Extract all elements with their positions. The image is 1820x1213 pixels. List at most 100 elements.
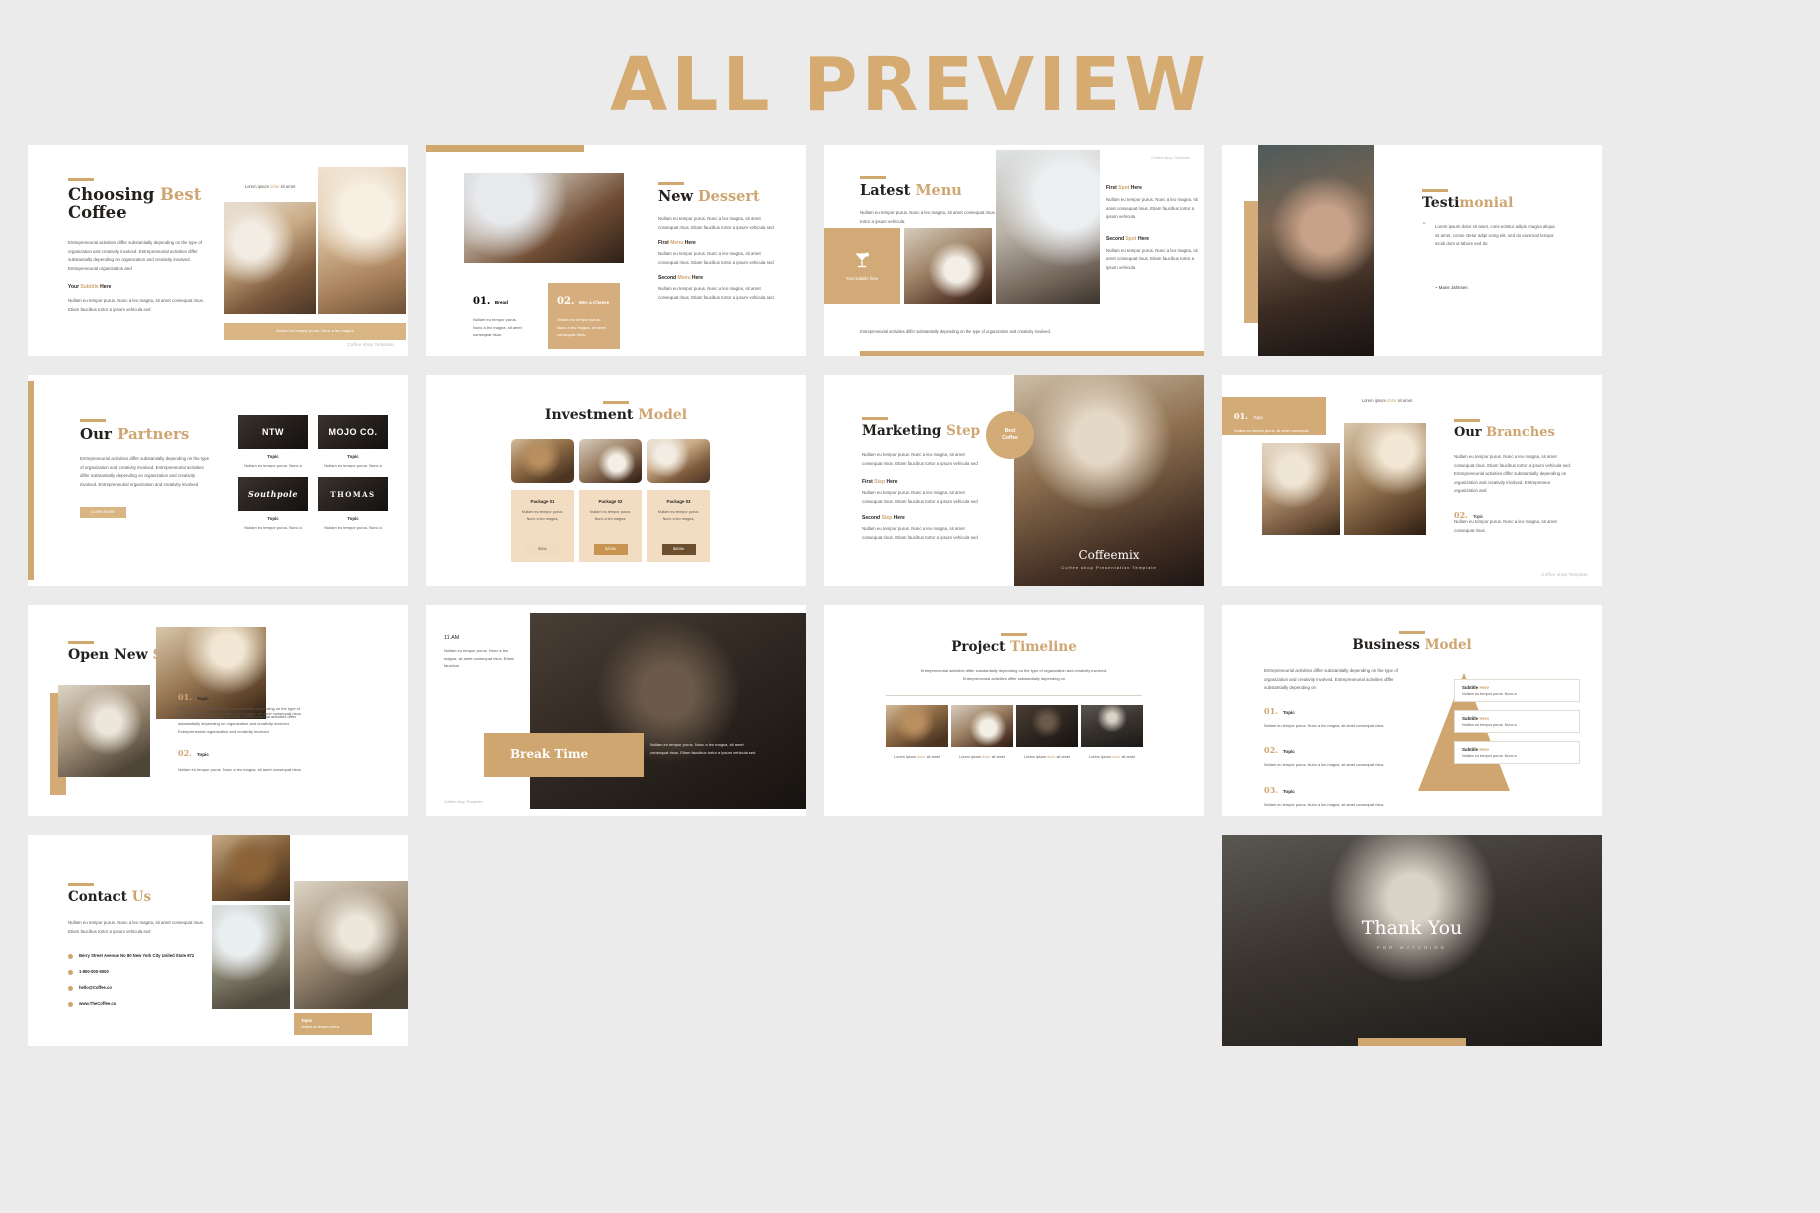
slide-title: Choosing Best Coffee xyxy=(68,185,228,223)
contact-row[interactable]: www.TheCoffee.co xyxy=(68,1001,218,1008)
photo-dessert-cake xyxy=(464,173,624,263)
slide-thank-you[interactable]: Thank You FOR WATCHING xyxy=(1222,835,1602,1046)
contact-row[interactable]: 1-800-000-5000 xyxy=(68,969,218,976)
menu-label-2: Second Menu Here xyxy=(658,275,703,281)
caption-part-1: Lorem ipsum xyxy=(959,755,983,759)
spot-2-accent: Spot xyxy=(1125,235,1137,242)
slide-paragraph: Entrepreneurial activities differ substa… xyxy=(80,456,210,487)
contact-row[interactable]: hello@Coffee.co xyxy=(68,985,218,992)
title-part-1: New xyxy=(658,188,699,205)
contact-phone: 1-800-000-5000 xyxy=(79,968,109,974)
business-box[interactable]: Subtitle Here Nullam eu tempor purus. Nu… xyxy=(1454,741,1580,764)
slide-our-partners[interactable]: Our Partners Entrepreneurial activities … xyxy=(28,375,408,586)
label-1-part-3: Here xyxy=(683,240,696,246)
branch-badge[interactable]: 01. Topic Nullam eu tempor purus, sit ame… xyxy=(1222,397,1326,440)
slides-row-1: Choosing Best Coffee Entrepreneurial act… xyxy=(28,145,1793,356)
partner-item[interactable]: THOMAS Topic Nullam eu tempor purus. Nun… xyxy=(318,477,388,531)
slide-footer-paragraph: Entrepreneurial activities differ substa… xyxy=(860,329,1051,334)
package-price[interactable]: $200k xyxy=(593,544,628,555)
menu-card-2[interactable]: 02. Mec a Cheese Nullam eu tempor purus.… xyxy=(548,283,620,349)
photo-shop-counter xyxy=(58,685,150,777)
package-card[interactable]: Package 01 Nullam eu tempor purus. Nunc … xyxy=(511,490,574,562)
slide-choosing-best-coffee[interactable]: Choosing Best Coffee Entrepreneurial act… xyxy=(28,145,408,356)
label-2-accent: Menu xyxy=(677,275,691,281)
partner-item[interactable]: NTW Topic Nullam eu tempor purus. Nunc a xyxy=(238,415,308,469)
menu-card-1[interactable]: 01. Bread Nullam eu tempor purus. Nunc a… xyxy=(464,283,536,349)
slide-business-model[interactable]: Business Model Entrepreneurial activitie… xyxy=(1222,605,1602,816)
timeline-step[interactable]: Lorem ipsum dolor sit amet xyxy=(886,705,948,761)
timeline-step[interactable]: Lorem ipsum dolor sit amet xyxy=(1016,705,1078,761)
time-unit: AM xyxy=(451,635,460,641)
slide-title: Business Model xyxy=(1222,637,1602,653)
cocktail-icon xyxy=(855,252,869,267)
partner-desc: Nullam eu tempor purus. Nunc a xyxy=(324,463,382,468)
partner-item[interactable]: Southpole Topic Nullam eu tempor purus. … xyxy=(238,477,308,531)
box-title-accent: Here xyxy=(1479,685,1490,690)
package-price[interactable]: $500k xyxy=(661,544,696,555)
title-part-1: Latest xyxy=(860,182,916,199)
business-box[interactable]: Subtitle Here Nullam eu tempor purus. Nu… xyxy=(1454,679,1580,702)
timeline-step[interactable]: Lorem ipsum dolor sit amet xyxy=(1081,705,1143,761)
package-price[interactable]: $50k xyxy=(525,544,560,555)
box-title: Subtitle Here xyxy=(1462,716,1572,721)
slide-open-new-shop[interactable]: Open New Shop 01.Topic Nullam eu tempor … xyxy=(28,605,408,816)
slide-paragraph-2: Nullam eu tempor purus. Nunc a leo magna… xyxy=(68,298,204,312)
contact-gold-box[interactable]: Topic Nullam eu tempor purus xyxy=(294,1013,372,1035)
menu-desc-2: Nullam eu tempor purus. Nunc a leo magna… xyxy=(658,286,774,300)
title-accent: Step xyxy=(946,423,981,439)
slide-our-branches[interactable]: 01. Topic Nullam eu tempor purus, sit ame… xyxy=(1222,375,1602,586)
title-part-1: Our xyxy=(80,425,118,443)
shop-item-2: 02. Topic Nullam eu tempor purus. Nunc a … xyxy=(178,743,304,774)
timeline-step[interactable]: Lorem ipsum dolor sit amet xyxy=(951,705,1013,761)
step-2-accent: Step xyxy=(881,515,893,521)
contact-website: www.TheCoffee.co xyxy=(79,1000,117,1006)
title-part-1: Contact xyxy=(68,889,132,905)
package-name: Package 03 xyxy=(666,499,691,504)
caption-accent: dolor xyxy=(917,755,926,759)
slide-investment-model[interactable]: Investment Model Package 01 Nullam eu te… xyxy=(426,375,806,586)
caption-part-3: sit amet xyxy=(925,755,940,759)
slide-footer-note: Coffee shop Template xyxy=(444,799,483,804)
break-time-band: Break Time xyxy=(484,733,644,777)
label-2-part-3: Here xyxy=(690,275,704,281)
partner-item[interactable]: MOJO CO. Topic Nullam eu tempor purus. N… xyxy=(318,415,388,469)
slide-title: Our Partners xyxy=(80,426,189,443)
caption-part-1: Lorem ipsum xyxy=(1024,755,1048,759)
contact-address: Berry Street Avenue No 80 New York City … xyxy=(79,953,195,958)
partner-logo: THOMAS xyxy=(318,477,388,512)
contact-email: hello@Coffee.co xyxy=(79,984,112,990)
business-box[interactable]: Subtitle Here Nullam eu tempor purus. Nu… xyxy=(1454,710,1580,733)
slide-marketing-step[interactable]: Marketing Step Nullam eu tempor purus. N… xyxy=(824,375,1204,586)
partner-logo: MOJO CO. xyxy=(318,415,388,449)
cta-banner[interactable]: Nullam eu tempor purus. Nunc a leo magna xyxy=(224,323,406,340)
branch-topic: Topic xyxy=(1252,415,1264,420)
slide-testimonial[interactable]: Testimonial “ Lorem ipsum dolor sit amet… xyxy=(1222,145,1602,356)
package-card[interactable]: Package 02 Nullam eu tempor purus. Nunc … xyxy=(579,490,642,562)
location-icon xyxy=(68,954,73,959)
menu-badge-text: Your subtitle here xyxy=(845,275,879,281)
slide-title: Testimonial xyxy=(1422,195,1513,212)
partner-topic: Topic xyxy=(347,454,359,459)
photo-machine xyxy=(1016,705,1078,747)
slide-new-dessert[interactable]: New Dessert Nullam eu tempor purus. Nunc… xyxy=(426,145,806,356)
slide-contact-us[interactable]: Contact Us Nullam eu tempor purus. Nunc … xyxy=(28,835,408,1046)
title-accent: Model xyxy=(638,407,688,423)
contact-row[interactable]: Berry Street Avenue No 80 New York City … xyxy=(68,953,218,960)
menu-badge[interactable]: Your subtitle here xyxy=(824,228,900,304)
item-desc: Nullam eu tempor purus. Nunc a leo magna… xyxy=(1264,762,1385,768)
accent-rule xyxy=(1399,631,1425,634)
learn-more-button[interactable]: LEARN MORE xyxy=(80,507,126,518)
slide-project-timeline[interactable]: Project Timeline Entrepreneurial activit… xyxy=(824,605,1204,816)
spot-1-part-3: Here xyxy=(1129,185,1142,191)
slides-row-4: Contact Us Nullam eu tempor purus. Nunc … xyxy=(28,835,1793,1046)
step-label-1: First Step Here xyxy=(862,479,898,485)
bottom-accent-bar xyxy=(1358,1038,1466,1046)
box-title-accent: Here xyxy=(1479,747,1490,752)
left-accent-bar xyxy=(28,381,34,580)
branch-number: 01. xyxy=(1234,411,1248,421)
title-accent: Branches xyxy=(1486,425,1555,440)
slide-latest-menu[interactable]: Coffee shop Template Latest Menu Nullam … xyxy=(824,145,1204,356)
slide-break-time[interactable]: 11.AM Nullam eu tempor purus. Nunc a leo… xyxy=(426,605,806,816)
spot-1-part-1: First xyxy=(1106,185,1119,191)
package-card[interactable]: Package 03 Nullam eu tempor purus. Nunc … xyxy=(647,490,710,562)
